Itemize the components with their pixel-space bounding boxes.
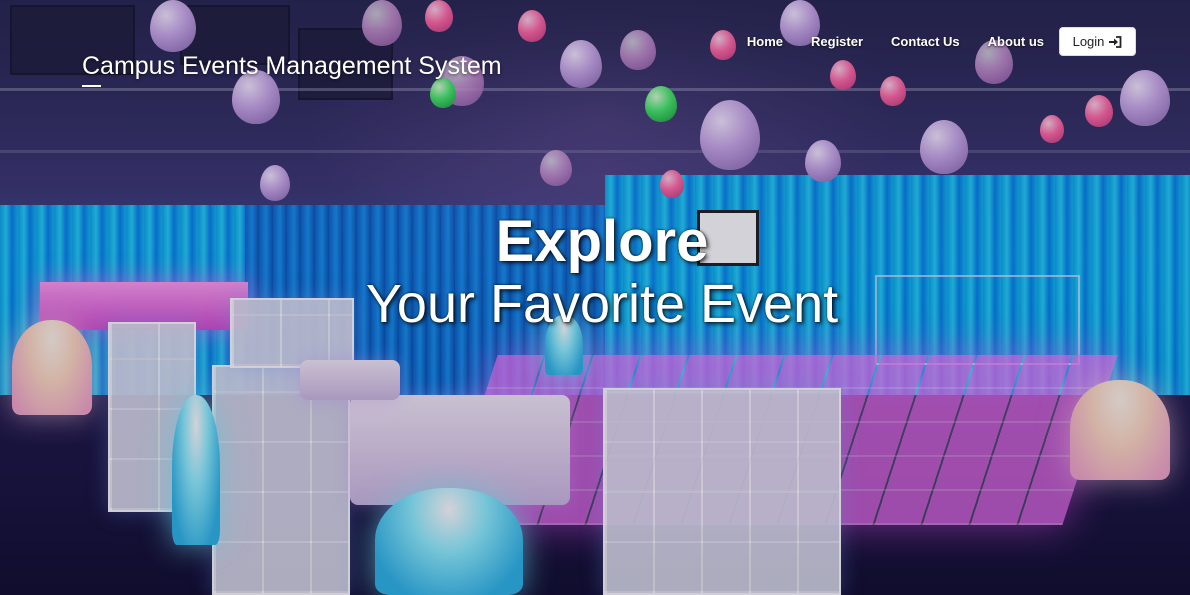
brand-title[interactable]: Campus Events Management System — [82, 52, 502, 87]
nav-about-us[interactable]: About us — [988, 28, 1044, 56]
hero-headline: Explore Your Favorite Event — [0, 209, 1190, 335]
login-button[interactable]: Login — [1059, 27, 1136, 56]
brand-text: Campus Events Management System — [82, 52, 502, 80]
brand-underline — [82, 85, 101, 87]
nav-contact-us[interactable]: Contact Us — [891, 28, 960, 56]
headline-line-2: Your Favorite Event — [365, 274, 839, 334]
sign-in-icon — [1108, 35, 1122, 48]
headline-line-1: Explore — [495, 209, 709, 274]
nav-register[interactable]: Register — [811, 28, 863, 56]
top-nav: Home Register Contact Us About us Login — [719, 27, 1136, 56]
nav-home[interactable]: Home — [747, 28, 783, 56]
login-label: Login — [1072, 34, 1105, 49]
